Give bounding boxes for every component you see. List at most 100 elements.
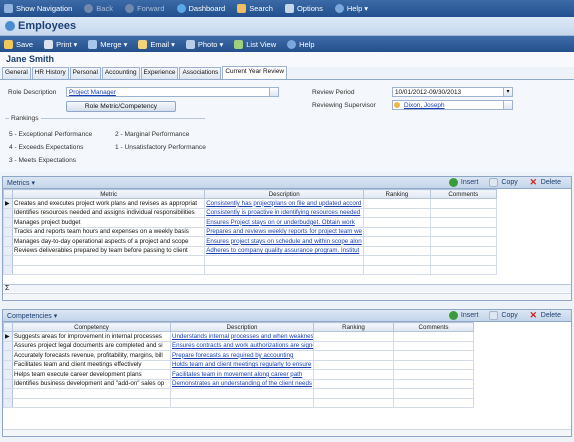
ranking-cell[interactable]: [313, 388, 394, 399]
ranking-cell[interactable]: [363, 198, 431, 209]
tab-associations[interactable]: Associations: [179, 67, 222, 79]
table-row[interactable]: ▶ Creates and executes project work plans…: [2, 198, 498, 209]
review-period-select[interactable]: 10/01/2012-09/30/2013: [392, 87, 512, 97]
comments-cell[interactable]: [393, 388, 474, 399]
comments-cell[interactable]: [429, 245, 498, 256]
horizontal-scrollbar[interactable]: [3, 293, 571, 300]
competency-column-header[interactable]: Competency: [12, 322, 171, 332]
description-cell[interactable]: Demonstrates an understanding of the cli…: [170, 378, 314, 389]
ranking-cell[interactable]: [313, 350, 394, 361]
name-cell[interactable]: [12, 255, 206, 266]
tab-hr-history[interactable]: HR History: [31, 67, 69, 79]
row-selector[interactable]: ▶: [2, 198, 14, 209]
table-row[interactable]: Identifies business development and "add…: [3, 378, 474, 389]
table-row[interactable]: Facilitates team and client meetings eff…: [3, 359, 474, 370]
tab-general[interactable]: General: [2, 67, 31, 79]
photo-button[interactable]: Photo ▾: [182, 39, 223, 49]
description-column-header[interactable]: Description: [204, 189, 365, 199]
description-cell[interactable]: Understands internal processes and when …: [170, 331, 314, 342]
tab-personal[interactable]: Personal: [69, 67, 101, 79]
tab-current-year-review[interactable]: Current Year Review: [222, 66, 287, 79]
dashboard-button[interactable]: Dashboard: [173, 4, 225, 13]
comments-cell[interactable]: [429, 207, 498, 218]
table-row[interactable]: Manages project budget Ensures Project st…: [2, 217, 498, 228]
name-cell[interactable]: Tracks and reports team hours and expens…: [12, 226, 206, 237]
row-selector[interactable]: ▶: [3, 331, 13, 342]
row-selector[interactable]: [2, 236, 14, 247]
description-cell[interactable]: Consistently is proactive in identifying…: [204, 207, 365, 218]
name-cell[interactable]: Facilitates team and client meetings eff…: [12, 359, 171, 370]
competencies-title[interactable]: Competencies ▾: [7, 312, 57, 320]
name-cell[interactable]: Manages day-to-day operational aspects o…: [12, 236, 206, 247]
row-selector[interactable]: [2, 226, 14, 237]
row-selector[interactable]: [3, 397, 13, 408]
competencies-delete-button[interactable]: ✕ Delete: [525, 311, 561, 320]
row-selector[interactable]: [2, 255, 14, 266]
name-cell[interactable]: Reviews deliverables prepared by team be…: [12, 245, 206, 256]
show-navigation-button[interactable]: Show Navigation: [0, 4, 72, 13]
ranking-cell[interactable]: [313, 378, 394, 389]
comments-cell[interactable]: [393, 369, 474, 380]
name-cell[interactable]: Manages project budget: [12, 217, 206, 228]
comments-cell[interactable]: [429, 226, 498, 237]
print-button[interactable]: Print ▾: [40, 39, 77, 49]
help-menu-button[interactable]: Help ▾: [331, 4, 368, 13]
ranking-cell[interactable]: [363, 245, 431, 256]
description-cell[interactable]: [170, 397, 314, 408]
comments-cell[interactable]: [393, 378, 474, 389]
comments-cell[interactable]: [393, 340, 474, 351]
row-selector[interactable]: [2, 245, 14, 256]
ranking-cell[interactable]: [363, 226, 431, 237]
description-cell[interactable]: Prepares and reviews weekly reports for …: [204, 226, 365, 237]
ranking-column-header[interactable]: Ranking: [363, 189, 431, 199]
name-cell[interactable]: [12, 388, 171, 399]
tab-accounting[interactable]: Accounting: [101, 67, 140, 79]
comments-column-header[interactable]: Comments: [393, 322, 474, 332]
comments-cell[interactable]: [393, 359, 474, 370]
role-metric-competency-button[interactable]: Role Metric/Competency: [66, 101, 176, 112]
metrics-insert-button[interactable]: Insert: [445, 178, 478, 187]
description-cell[interactable]: Holds team and client meetings regularly…: [170, 359, 314, 370]
table-row[interactable]: Identifies resources needed and assigns …: [2, 207, 498, 218]
ranking-cell[interactable]: [313, 359, 394, 370]
ranking-cell[interactable]: [313, 340, 394, 351]
metrics-title[interactable]: Metrics ▾: [7, 179, 35, 187]
name-cell[interactable]: Accurately forecasts revenue, profitabil…: [12, 350, 171, 361]
back-button[interactable]: Back: [80, 4, 113, 13]
table-row[interactable]: [3, 397, 474, 408]
name-cell[interactable]: [12, 264, 206, 275]
row-selector[interactable]: [2, 207, 14, 218]
competencies-insert-button[interactable]: Insert: [445, 311, 478, 320]
name-cell[interactable]: Creates and executes project work plans …: [12, 198, 206, 209]
row-selector[interactable]: [3, 369, 13, 380]
save-button[interactable]: Save: [0, 39, 33, 49]
ranking-cell[interactable]: [363, 264, 431, 275]
options-button[interactable]: Options: [281, 4, 323, 13]
row-selector[interactable]: [3, 388, 13, 399]
tab-experience[interactable]: Experience: [140, 67, 179, 79]
row-selector[interactable]: [2, 264, 14, 275]
ranking-cell[interactable]: [363, 255, 431, 266]
chevron-down-icon[interactable]: ▾: [503, 87, 513, 97]
description-cell[interactable]: [204, 264, 365, 275]
row-selector[interactable]: [3, 340, 13, 351]
merge-button[interactable]: Merge ▾: [84, 39, 127, 49]
competencies-copy-button[interactable]: Copy: [485, 311, 518, 320]
name-cell[interactable]: Suggests areas for improvement in intern…: [12, 331, 171, 342]
name-cell[interactable]: Identifies resources needed and assigns …: [12, 207, 206, 218]
name-cell[interactable]: Assures project legal documents are comp…: [12, 340, 171, 351]
search-button[interactable]: Search: [233, 4, 273, 13]
ranking-cell[interactable]: [363, 207, 431, 218]
description-cell[interactable]: [204, 255, 365, 266]
row-selector[interactable]: [3, 378, 13, 389]
comments-cell[interactable]: [429, 217, 498, 228]
table-row[interactable]: ▶ Suggests areas for improvement in inter…: [3, 331, 474, 342]
toolbar-help-button[interactable]: Help: [283, 39, 315, 49]
comments-cell[interactable]: [393, 350, 474, 361]
row-selector[interactable]: [2, 217, 14, 228]
ranking-cell[interactable]: [363, 236, 431, 247]
comments-cell[interactable]: [429, 236, 498, 247]
ranking-cell[interactable]: [313, 369, 394, 380]
description-cell[interactable]: Adheres to company quality assurance pro…: [204, 245, 365, 256]
lookup-icon[interactable]: [503, 100, 513, 110]
